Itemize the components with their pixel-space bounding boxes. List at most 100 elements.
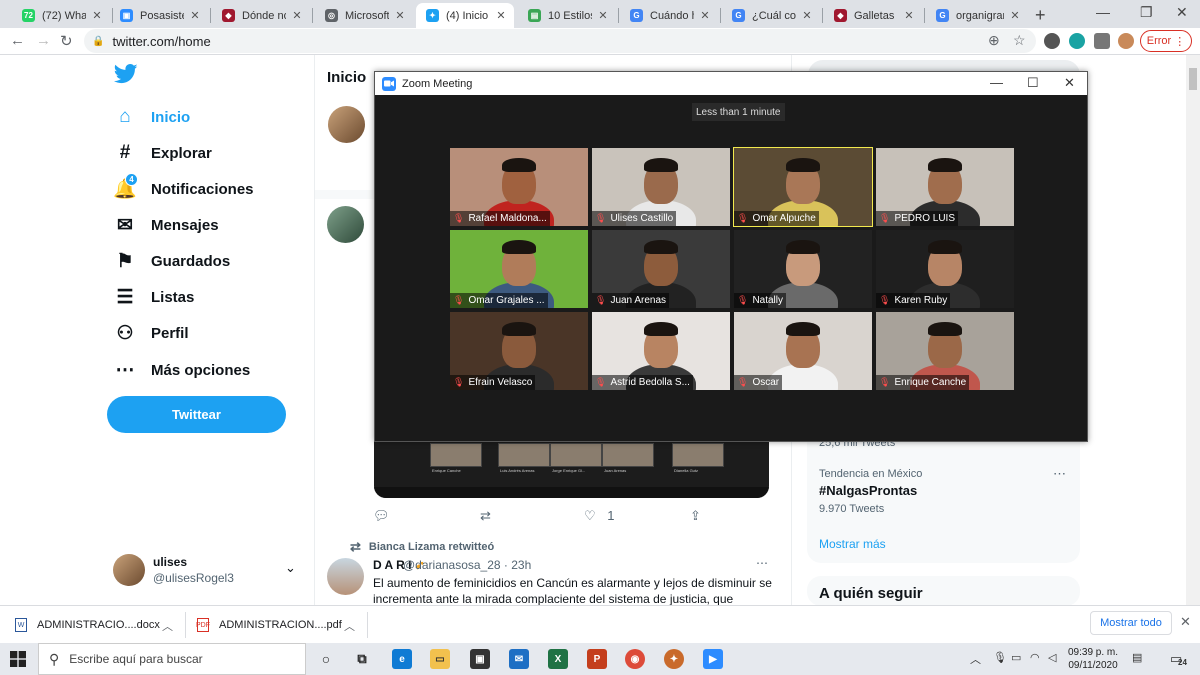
- tweet-button[interactable]: Twittear: [107, 396, 286, 433]
- download-item[interactable]: W ADMINISTRACIO....docx: [15, 606, 160, 644]
- tweet-author-handle[interactable]: @darianasosa_28 · 23h: [403, 558, 531, 572]
- browser-tab[interactable]: ✦ (4) Inicio / Twitter ✕: [416, 3, 514, 28]
- zoom-title-bar[interactable]: Zoom Meeting — ☐ ✕: [375, 72, 1087, 95]
- extension-icon[interactable]: [1044, 33, 1060, 49]
- more-icon[interactable]: ⋯: [1053, 466, 1066, 482]
- task-view-icon[interactable]: ⧉: [352, 649, 372, 669]
- profile-avatar-icon[interactable]: [1118, 33, 1134, 49]
- app-tray-icon[interactable]: ▤: [1132, 651, 1142, 664]
- nav-item-list[interactable]: ☰ Listas: [114, 284, 194, 310]
- nav-item-bell[interactable]: 🔔 4 Notificaciones: [113, 173, 254, 202]
- participant-video-tile[interactable]: 🎙︎ Astrid Bedolla S...: [592, 312, 730, 390]
- reply-icon[interactable]: 💬︎: [373, 508, 390, 524]
- participant-video-tile[interactable]: 🎙︎ Natally: [734, 230, 872, 308]
- maximize-icon[interactable]: ☐: [1027, 75, 1039, 91]
- tab-close-icon[interactable]: ✕: [90, 9, 104, 22]
- microphone-icon[interactable]: 🎙︎: [993, 651, 1007, 664]
- scrollbar-thumb[interactable]: [1189, 68, 1197, 90]
- browser-tab[interactable]: ◆ Galletas Don ✕: [824, 3, 922, 28]
- new-tab-button[interactable]: +: [1035, 5, 1046, 26]
- excel-icon[interactable]: X: [548, 649, 568, 669]
- more-icon[interactable]: ⋯: [756, 556, 768, 570]
- participant-video-tile[interactable]: 🎙︎ Efrain Velasco: [450, 312, 588, 390]
- file-explorer-icon[interactable]: ▭: [430, 649, 450, 669]
- url-bar[interactable]: 🔒 twitter.com/home: [84, 29, 1036, 53]
- browser-tab[interactable]: Gorganigrama ✕: [926, 3, 1028, 28]
- tab-close-icon[interactable]: ✕: [1008, 9, 1022, 22]
- cortana-icon[interactable]: ○: [316, 649, 336, 669]
- tab-close-icon[interactable]: ✕: [596, 9, 610, 22]
- avatar[interactable]: [327, 206, 364, 243]
- avatar[interactable]: [328, 106, 365, 143]
- account-switcher[interactable]: ulises @ulisesRogel3 ⌄: [113, 552, 303, 588]
- tab-close-icon[interactable]: ✕: [494, 9, 508, 22]
- nav-item-person[interactable]: ⚇ Perfil: [114, 320, 188, 346]
- participant-video-tile[interactable]: 🎙︎ Juan Arenas: [592, 230, 730, 308]
- browser-tab[interactable]: G ¿Cuál consid ✕: [722, 3, 820, 28]
- chevron-up-icon[interactable]: ︿: [344, 618, 355, 634]
- participant-video-tile[interactable]: 🎙︎ Enrique Canche: [876, 312, 1014, 390]
- trend-name[interactable]: #NalgasProntas: [819, 483, 917, 498]
- wifi-icon[interactable]: ◠: [1030, 651, 1040, 664]
- error-button[interactable]: Error ⋮: [1140, 30, 1192, 52]
- minimize-icon[interactable]: —: [990, 75, 1003, 90]
- chevron-down-icon[interactable]: ⌄: [285, 560, 296, 576]
- close-window-button[interactable]: ✕: [1176, 4, 1188, 21]
- mail-icon[interactable]: ✉: [509, 649, 529, 669]
- tray-chevron-icon[interactable]: ︿: [970, 651, 981, 667]
- close-icon[interactable]: ✕: [1064, 75, 1075, 91]
- taskbar-search-input[interactable]: ⚲ Escribe aquí para buscar: [38, 643, 306, 675]
- download-item[interactable]: PDF ADMINISTRACION....pdf: [196, 606, 342, 644]
- star-icon[interactable]: ☆: [1013, 32, 1026, 49]
- browser-tab[interactable]: G Cuándo hay ✕: [620, 3, 718, 28]
- retweet-icon[interactable]: ⇄: [480, 508, 491, 524]
- tab-close-icon[interactable]: ✕: [290, 9, 304, 22]
- avatar[interactable]: [327, 558, 364, 595]
- add-icon[interactable]: ⊕: [988, 32, 1000, 49]
- reload-icon[interactable]: ↻: [60, 32, 73, 50]
- nav-item-home[interactable]: ⌂ Inicio: [114, 104, 190, 130]
- participant-video-tile[interactable]: 🎙︎ Ulises Castillo: [592, 148, 730, 226]
- app-icon[interactable]: ✦: [664, 649, 684, 669]
- nav-item-more[interactable]: ⋯ Más opciones: [114, 357, 251, 383]
- back-icon[interactable]: ←: [10, 32, 25, 49]
- restore-window-button[interactable]: ❐: [1140, 4, 1153, 21]
- puzzle-icon[interactable]: [1094, 33, 1110, 49]
- browser-tab[interactable]: ◆ Dónde noticias ✕: [212, 3, 310, 28]
- retweet-note[interactable]: ⇄ Bianca Lizama retwitteó: [350, 539, 494, 555]
- forward-icon[interactable]: →: [36, 32, 51, 49]
- nav-item-hash[interactable]: # Explorar: [114, 140, 212, 166]
- browser-tab[interactable]: ◎ Microsoft Word ✕: [315, 3, 413, 28]
- participant-video-tile[interactable]: 🎙︎ PEDRO LUIS: [876, 148, 1014, 226]
- volume-icon[interactable]: ◁: [1048, 651, 1056, 664]
- store-icon[interactable]: ▣: [470, 649, 490, 669]
- tab-close-icon[interactable]: ✕: [800, 9, 814, 22]
- close-icon[interactable]: ✕: [1180, 614, 1191, 630]
- chrome-icon[interactable]: ◉: [625, 649, 645, 669]
- extension-icon[interactable]: [1069, 33, 1085, 49]
- minimize-window-button[interactable]: —: [1096, 4, 1110, 20]
- tab-close-icon[interactable]: ✕: [393, 9, 407, 22]
- windows-start-icon[interactable]: [10, 651, 26, 667]
- browser-tab[interactable]: ▤ 10 Estilos de ✕: [518, 3, 616, 28]
- edge-icon[interactable]: e: [392, 649, 412, 669]
- tab-close-icon[interactable]: ✕: [698, 9, 712, 22]
- browser-tab[interactable]: 72 (72) WhatsApp ✕: [12, 3, 110, 28]
- scrollbar[interactable]: [1186, 55, 1200, 605]
- participant-video-tile[interactable]: 🎙︎ Rafael Maldona...: [450, 148, 588, 226]
- participant-video-tile[interactable]: 🎙︎ Karen Ruby: [876, 230, 1014, 308]
- tweet-media[interactable]: Enrique Canche Luis Andrés Arenas Jorge En…: [374, 441, 769, 498]
- powerpoint-icon[interactable]: P: [587, 649, 607, 669]
- chevron-up-icon[interactable]: ︿: [162, 618, 173, 634]
- like-button[interactable]: ♡ 1: [584, 508, 615, 524]
- battery-icon[interactable]: ▭: [1011, 651, 1021, 664]
- browser-tab[interactable]: ▣ Posasistente ✕: [110, 3, 208, 28]
- participant-video-tile[interactable]: 🎙︎ Omar Alpuche: [733, 147, 873, 227]
- nav-item-mail[interactable]: ✉ Mensajes: [114, 212, 219, 238]
- show-more-link[interactable]: Mostrar más: [819, 537, 886, 551]
- nav-item-bookmark[interactable]: ⚑ Guardados: [114, 248, 230, 274]
- show-all-button[interactable]: Mostrar todo: [1090, 611, 1172, 635]
- participant-video-tile[interactable]: 🎙︎ Oscar: [734, 312, 872, 390]
- share-icon[interactable]: ⇪: [690, 508, 701, 524]
- tab-close-icon[interactable]: ✕: [188, 9, 202, 22]
